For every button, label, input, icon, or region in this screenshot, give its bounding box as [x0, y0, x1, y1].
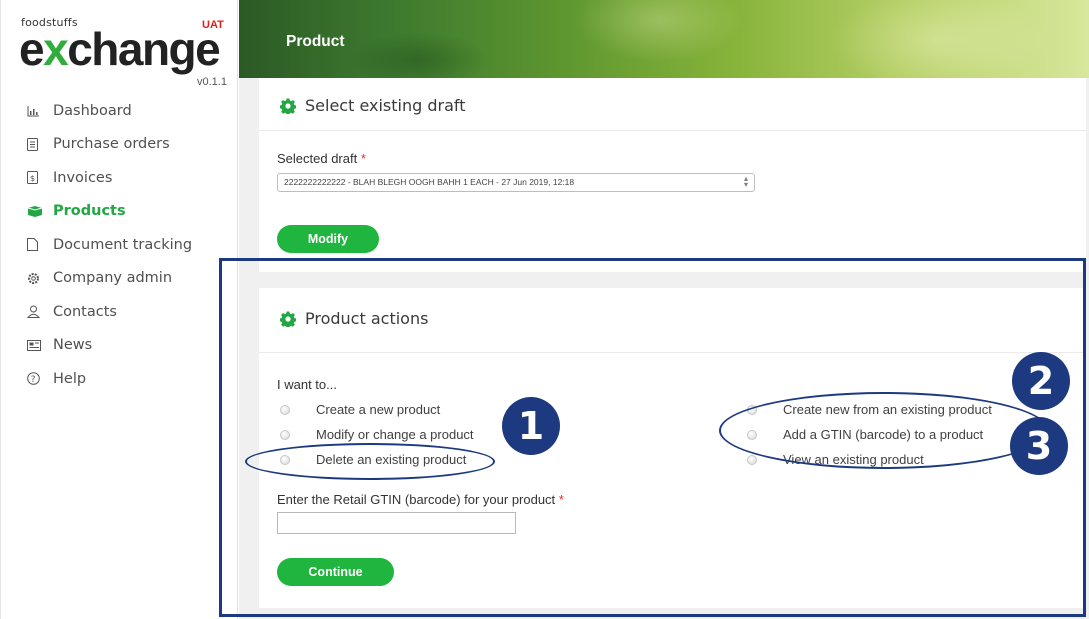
question-icon: ?	[27, 372, 53, 385]
radio-create-from-existing[interactable]: Create new from an existing product	[747, 402, 992, 417]
field-label-text: Enter the Retail GTIN (barcode) for your…	[277, 492, 556, 507]
radio-button[interactable]	[280, 454, 290, 465]
radio-modify-product[interactable]: Modify or change a product	[280, 427, 474, 442]
annotation-badge-1: 1	[502, 397, 560, 455]
selected-draft-label: Selected draft *	[277, 151, 366, 166]
select-draft-heading: Select existing draft	[280, 96, 466, 115]
sidebar-item-label: Invoices	[53, 169, 113, 186]
product-actions-heading: Product actions	[280, 309, 428, 328]
field-label-text: Selected draft	[277, 151, 358, 166]
radio-button[interactable]	[280, 404, 290, 415]
radio-label: Modify or change a product	[316, 427, 474, 442]
sidebar-item-label: News	[53, 337, 93, 354]
sidebar-item-label: Help	[53, 370, 87, 387]
app-version: v0.1.1	[197, 76, 227, 88]
radio-delete-product[interactable]: Delete an existing product	[280, 452, 466, 467]
radio-label: Create a new product	[316, 402, 441, 417]
invoice-icon: $	[27, 171, 53, 185]
box-icon	[27, 205, 53, 218]
header-background	[239, 0, 1089, 78]
select-arrows-icon: ▴ ▾	[743, 174, 748, 189]
page-title: Product	[286, 33, 345, 50]
document-icon	[27, 137, 53, 151]
bar-chart-icon	[27, 105, 53, 117]
required-marker: *	[558, 492, 564, 507]
modify-button[interactable]: Modify	[277, 225, 379, 253]
radio-label: Delete an existing product	[316, 452, 467, 467]
gear-icon	[280, 311, 296, 327]
app-logo[interactable]: foodstuffs UAT exchange v0.1.1	[19, 14, 229, 94]
sidebar-item-purchase-orders[interactable]: Purchase orders	[27, 128, 227, 162]
radio-label: Add a GTIN (barcode) to a product	[783, 427, 984, 442]
sidebar-item-company-admin[interactable]: Company admin	[27, 262, 227, 296]
sidebar-item-dashboard[interactable]: Dashboard	[27, 94, 227, 128]
radio-view-product[interactable]: View an existing product	[747, 452, 924, 467]
divider	[259, 130, 1089, 131]
radio-create-new-product[interactable]: Create a new product	[280, 402, 440, 417]
logo-wordmark-rest: change	[67, 23, 221, 75]
newspaper-icon	[27, 339, 53, 351]
card-title: Select existing draft	[305, 96, 466, 115]
sidebar-item-label: Document tracking	[53, 236, 193, 253]
required-marker: *	[360, 151, 366, 166]
gear-icon	[27, 272, 53, 285]
sidebar-item-invoices[interactable]: $ Invoices	[27, 161, 227, 195]
sidebar-item-document-tracking[interactable]: Document tracking	[27, 228, 227, 262]
radio-button[interactable]	[747, 454, 757, 465]
logo-wordmark: exchange	[19, 23, 221, 75]
sidebar-item-label: Products	[53, 203, 126, 220]
sidebar-nav: Dashboard Purchase orders $ Invoices Pro…	[27, 94, 227, 396]
sidebar-item-label: Purchase orders	[53, 136, 170, 153]
logo-wordmark-x: x	[43, 23, 69, 75]
card-title: Product actions	[305, 309, 429, 328]
annotation-badge-3: 3	[1010, 417, 1068, 475]
radio-label: View an existing product	[783, 452, 924, 467]
sidebar-item-label: Dashboard	[53, 102, 132, 119]
sidebar-item-label: Company admin	[53, 270, 173, 287]
sidebar-item-help[interactable]: ? Help	[27, 362, 227, 396]
svg-text:?: ?	[31, 375, 36, 385]
gtin-input[interactable]	[277, 512, 516, 534]
sidebar-item-contacts[interactable]: Contacts	[27, 295, 227, 329]
sidebar: foodstuffs UAT exchange v0.1.1 Dashboard…	[0, 0, 238, 619]
select-draft-card: Select existing draft Selected draft * 2…	[259, 78, 1089, 272]
sidebar-item-news[interactable]: News	[27, 329, 227, 363]
annotation-badge-2: 2	[1012, 352, 1070, 410]
radio-label: Create new from an existing product	[783, 402, 992, 417]
sidebar-item-label: Contacts	[53, 303, 117, 320]
radio-button[interactable]	[747, 404, 757, 415]
sidebar-item-products[interactable]: Products	[27, 195, 227, 229]
svg-text:$: $	[30, 174, 35, 183]
radio-button[interactable]	[747, 429, 757, 440]
file-icon	[27, 238, 53, 252]
page-header: Product	[239, 0, 1089, 78]
continue-button[interactable]: Continue	[277, 558, 394, 586]
selected-draft-select[interactable]: 2222222222222 - BLAH BLEGH OOGH BAHH 1 E…	[277, 173, 755, 192]
radio-button[interactable]	[280, 429, 290, 440]
radio-add-gtin[interactable]: Add a GTIN (barcode) to a product	[747, 427, 983, 442]
gtin-label: Enter the Retail GTIN (barcode) for your…	[277, 492, 564, 507]
product-actions-card: Product actions I want to... Create a ne…	[259, 288, 1089, 608]
gear-icon	[280, 98, 296, 114]
divider	[259, 352, 1089, 353]
i-want-to-label: I want to...	[277, 377, 337, 392]
select-value: 2222222222222 - BLAH BLEGH OOGH BAHH 1 E…	[284, 177, 575, 187]
logo-wordmark-prefix: e	[19, 23, 45, 75]
user-icon	[27, 305, 53, 319]
